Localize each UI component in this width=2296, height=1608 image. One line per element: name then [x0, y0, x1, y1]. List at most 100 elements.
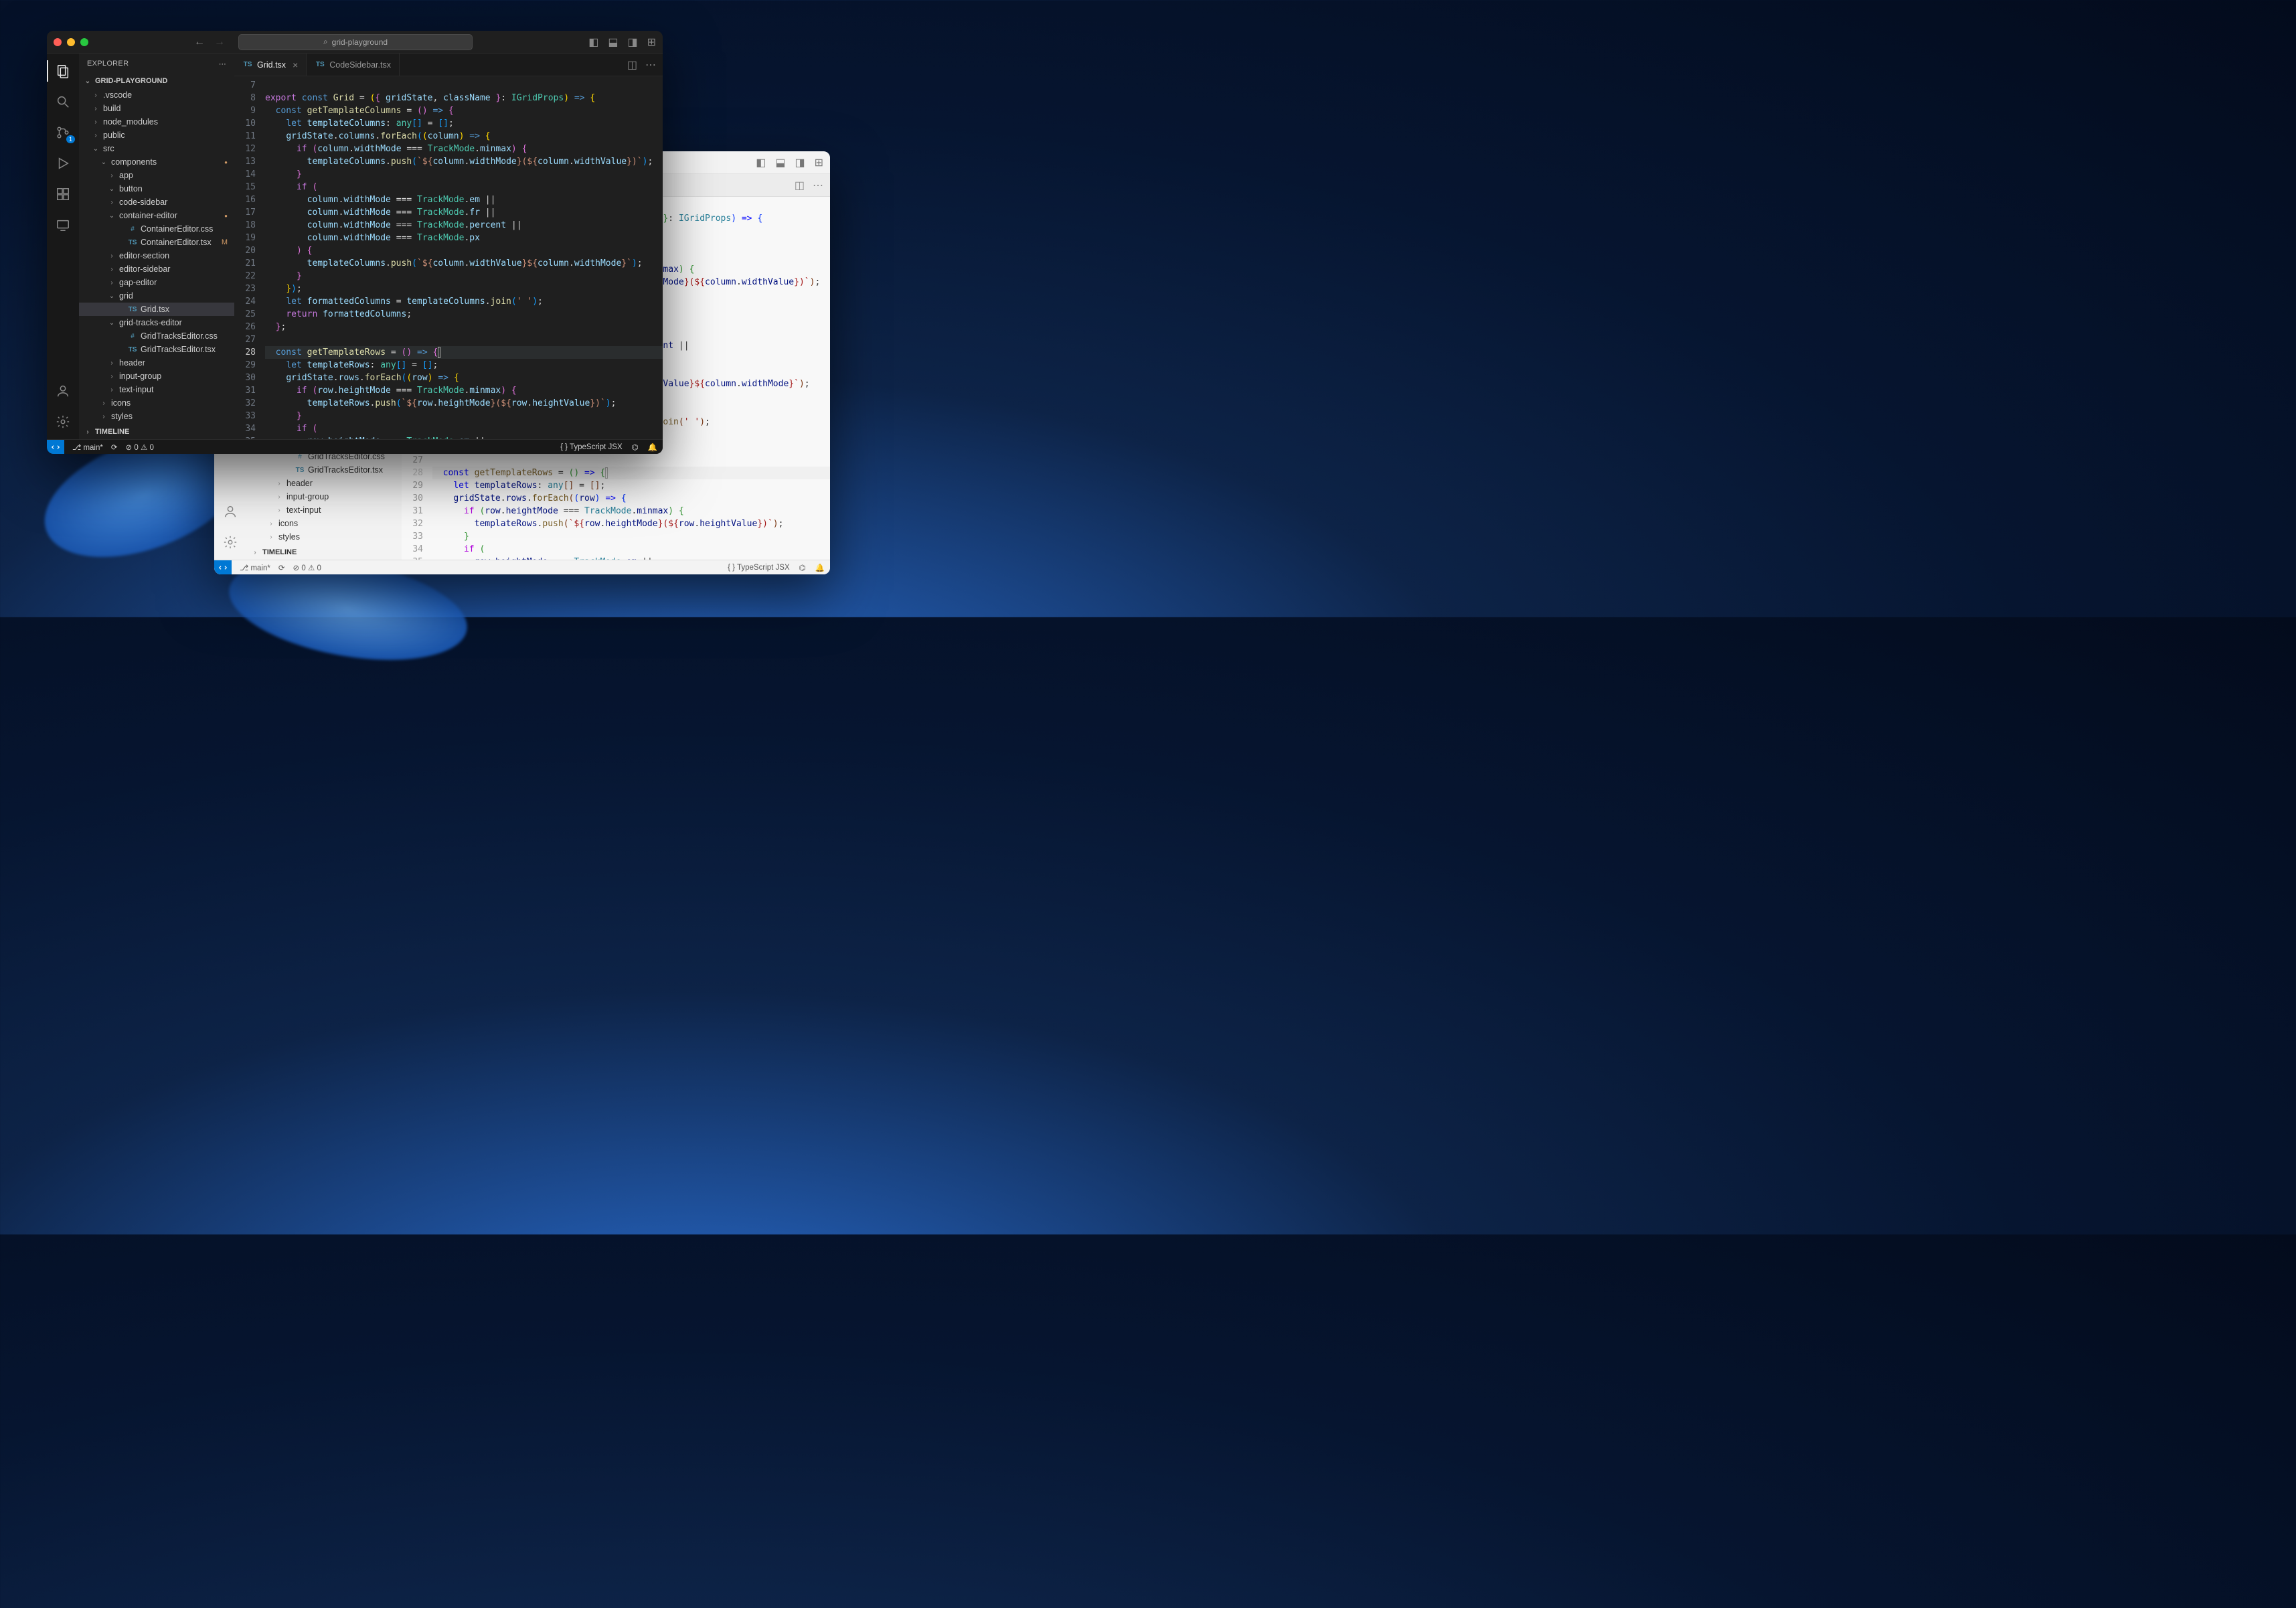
- notifications-icon[interactable]: 🔔: [648, 443, 657, 452]
- activity-account[interactable]: [47, 378, 79, 404]
- tree-folder[interactable]: ›header: [246, 477, 402, 490]
- code-line[interactable]: if (: [265, 422, 663, 435]
- tree-folder[interactable]: ›editor-sidebar: [79, 262, 234, 276]
- code-line[interactable]: if (column.widthMode === TrackMode.minma…: [265, 143, 663, 155]
- tree-folder[interactable]: ›public: [79, 129, 234, 142]
- activity-scm[interactable]: 1: [47, 119, 79, 146]
- tree-folder[interactable]: ›text-input: [79, 383, 234, 396]
- project-section-header[interactable]: ⌄ GRID-PLAYGROUND: [79, 74, 234, 88]
- code-line[interactable]: return formattedColumns;: [265, 308, 663, 321]
- code-line[interactable]: let templateRows: any[] = [];: [265, 359, 663, 372]
- timeline-section-header[interactable]: › TIMELINE: [79, 424, 234, 439]
- code-line[interactable]: if (: [265, 181, 663, 193]
- tree-folder[interactable]: ›app: [79, 169, 234, 182]
- timeline-section-header[interactable]: › TIMELINE: [246, 545, 402, 560]
- split-editor-icon[interactable]: ◫: [795, 179, 805, 192]
- activity-account[interactable]: [214, 498, 246, 525]
- activity-extensions[interactable]: [47, 181, 79, 208]
- code-line[interactable]: }: [432, 530, 830, 543]
- tree-file[interactable]: TSGridTracksEditor.tsx: [246, 463, 402, 477]
- code-line[interactable]: templateRows.push(`${row.heightMode}(${r…: [432, 517, 830, 530]
- code-line[interactable]: templateColumns.push(`${column.widthValu…: [265, 257, 663, 270]
- tree-folder[interactable]: ⌄components●: [79, 155, 234, 169]
- code-line[interactable]: const getTemplateColumns = () => {: [265, 104, 663, 117]
- code-line[interactable]: column.widthMode === TrackMode.em ||: [265, 193, 663, 206]
- code-line[interactable]: column.widthMode === TrackMode.fr ||: [265, 206, 663, 219]
- remote-indicator[interactable]: [214, 560, 232, 574]
- split-editor-icon[interactable]: ◫: [627, 58, 637, 72]
- code-line[interactable]: column.widthMode === TrackMode.percent |…: [265, 219, 663, 232]
- command-center[interactable]: ⌕ grid-playground: [238, 34, 473, 50]
- tree-folder[interactable]: ›input-group: [246, 490, 402, 503]
- code-line[interactable]: [432, 454, 830, 467]
- activity-settings[interactable]: [47, 408, 79, 435]
- editor-tab[interactable]: TSGrid.tsx×: [234, 54, 307, 76]
- code-line[interactable]: gridState.columns.forEach((column) => {: [265, 130, 663, 143]
- tree-folder[interactable]: ⌄container-editor●: [79, 209, 234, 222]
- language-mode[interactable]: { } TypeScript JSX: [728, 564, 790, 572]
- tree-folder[interactable]: ›text-input: [246, 503, 402, 517]
- more-icon[interactable]: ⋯: [645, 58, 656, 72]
- code-line[interactable]: const getTemplateRows = () => {: [265, 346, 663, 359]
- tree-folder[interactable]: ⌄grid-tracks-editor: [79, 316, 234, 329]
- tree-file[interactable]: TSContainerEditor.tsxM: [79, 236, 234, 249]
- more-icon[interactable]: ⋯: [219, 60, 226, 68]
- layout-customize-icon[interactable]: ⊞: [647, 35, 656, 49]
- more-icon[interactable]: ⋯: [813, 179, 823, 192]
- layout-sidebar-left-icon[interactable]: ◧: [588, 35, 598, 49]
- code-line[interactable]: column.widthMode === TrackMode.px: [265, 232, 663, 244]
- code-line[interactable]: const getTemplateRows = () => {: [432, 467, 830, 479]
- code-line[interactable]: templateRows.push(`${row.heightMode}(${r…: [265, 397, 663, 410]
- copilot-icon[interactable]: ⌬: [799, 563, 806, 572]
- close-window-button[interactable]: [54, 38, 62, 46]
- layout-panel-icon[interactable]: ⬓: [775, 156, 785, 169]
- tree-folder[interactable]: ›code-sidebar: [79, 195, 234, 209]
- remote-indicator[interactable]: [47, 440, 64, 454]
- code-line[interactable]: [265, 79, 663, 92]
- sync-icon[interactable]: ⟳: [278, 563, 285, 572]
- maximize-window-button[interactable]: [80, 38, 88, 46]
- copilot-icon[interactable]: ⌬: [632, 443, 639, 452]
- code-line[interactable]: }: [265, 410, 663, 422]
- minimize-window-button[interactable]: [67, 38, 75, 46]
- layout-panel-icon[interactable]: ⬓: [608, 35, 618, 49]
- code-line[interactable]: if (: [432, 543, 830, 556]
- code-line[interactable]: templateColumns.push(`${column.widthMode…: [265, 155, 663, 168]
- language-mode[interactable]: { } TypeScript JSX: [560, 443, 623, 451]
- tree-file[interactable]: TSGrid.tsx: [79, 303, 234, 316]
- tree-file[interactable]: TSGridTracksEditor.tsx: [79, 343, 234, 356]
- activity-remote[interactable]: [47, 212, 79, 238]
- branch-indicator[interactable]: ⎇ main*: [240, 563, 270, 572]
- tree-folder[interactable]: ›input-group: [79, 370, 234, 383]
- tree-folder[interactable]: ›.vscode: [79, 88, 234, 102]
- layout-sidebar-right-icon[interactable]: ◨: [627, 35, 637, 49]
- activity-search[interactable]: [47, 88, 79, 115]
- code-line[interactable]: gridState.rows.forEach((row) => {: [432, 492, 830, 505]
- activity-explorer[interactable]: [47, 58, 79, 84]
- problems-indicator[interactable]: ⊘ 0 ⚠ 0: [293, 563, 321, 572]
- code-line[interactable]: });: [265, 283, 663, 295]
- tree-file[interactable]: #ContainerEditor.css: [79, 222, 234, 236]
- code-content[interactable]: export const Grid = ({ gridState, classN…: [265, 76, 663, 439]
- sync-icon[interactable]: ⟳: [111, 443, 118, 452]
- notifications-icon[interactable]: 🔔: [815, 563, 825, 572]
- tree-file[interactable]: #GridTracksEditor.css: [79, 329, 234, 343]
- tree-folder[interactable]: ›header: [79, 356, 234, 370]
- code-line[interactable]: ) {: [265, 244, 663, 257]
- tree-folder[interactable]: ›gap-editor: [79, 276, 234, 289]
- code-line[interactable]: export const Grid = ({ gridState, classN…: [265, 92, 663, 104]
- layout-customize-icon[interactable]: ⊞: [815, 156, 823, 169]
- code-line[interactable]: };: [265, 321, 663, 333]
- code-line[interactable]: gridState.rows.forEach((row) => {: [265, 372, 663, 384]
- code-line[interactable]: let formattedColumns = templateColumns.j…: [265, 295, 663, 308]
- tree-folder[interactable]: ›icons: [79, 396, 234, 410]
- tree-folder[interactable]: ›editor-section: [79, 249, 234, 262]
- tree-folder[interactable]: ⌄grid: [79, 289, 234, 303]
- editor-tab[interactable]: TSCodeSidebar.tsx: [307, 54, 400, 76]
- tree-folder[interactable]: ⌄button: [79, 182, 234, 195]
- file-tree[interactable]: ›.vscode›build›node_modules›public⌄src⌄c…: [79, 88, 234, 424]
- tree-folder[interactable]: ›icons: [246, 517, 402, 530]
- code-line[interactable]: [265, 333, 663, 346]
- code-line[interactable]: }: [265, 168, 663, 181]
- code-line[interactable]: let templateColumns: any[] = [];: [265, 117, 663, 130]
